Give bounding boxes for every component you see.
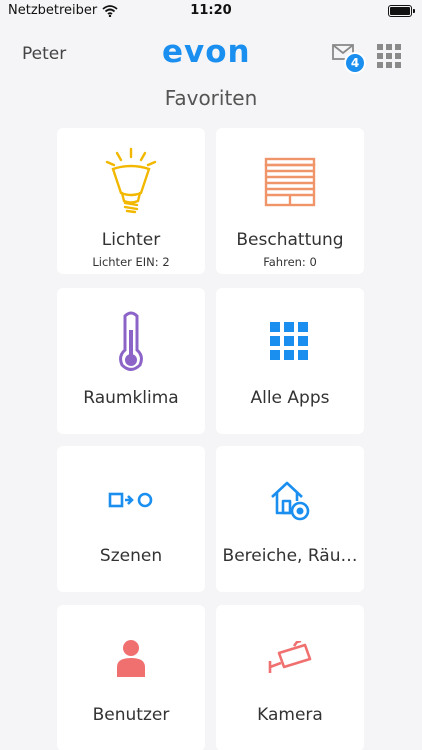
grid-dot	[386, 44, 392, 50]
messages-badge: 4	[344, 52, 366, 74]
camera-icon	[216, 623, 364, 695]
tile-label: Szenen	[99, 546, 163, 566]
user-icon	[57, 623, 205, 695]
clock: 11:20	[190, 3, 232, 18]
user-name[interactable]: Peter	[22, 44, 66, 64]
home-area-icon	[216, 464, 364, 536]
evon-logo: evon	[162, 34, 251, 70]
tile-lichter[interactable]: Lichter Lichter EIN: 2	[57, 128, 205, 274]
page-title: Favoriten	[164, 86, 258, 110]
tile-label: Raumklima	[83, 388, 179, 408]
scene-icon	[57, 464, 205, 536]
tile-raumklima[interactable]: Raumklima	[57, 288, 205, 434]
light-bulb-icon	[57, 146, 205, 218]
tile-label: Alle Apps	[250, 388, 330, 408]
grid-dot	[377, 62, 383, 68]
grid-dot	[386, 53, 392, 59]
tile-beschattung[interactable]: Beschattung Fahren: 0	[216, 128, 364, 274]
grid-dot	[377, 53, 383, 59]
tile-status: Lichter EIN: 2	[92, 255, 170, 269]
tile-label: Benutzer	[92, 705, 170, 725]
tile-label: Lichter	[101, 230, 161, 250]
tile-status: Fahren: 0	[263, 255, 317, 269]
tile-bereiche[interactable]: Bereiche, Räu…	[216, 446, 364, 592]
tile-benutzer[interactable]: Benutzer	[57, 605, 205, 750]
blinds-icon	[216, 146, 364, 218]
thermometer-icon	[57, 306, 205, 378]
battery-icon	[388, 5, 415, 17]
grid-dot	[377, 44, 383, 50]
tile-szenen[interactable]: Szenen	[57, 446, 205, 592]
tile-label: Beschattung	[236, 230, 344, 250]
tile-kamera[interactable]: Kamera	[216, 605, 364, 750]
apps-menu-button[interactable]	[377, 44, 401, 68]
tile-alle-apps[interactable]: Alle Apps	[216, 288, 364, 434]
grid-dot	[395, 44, 401, 50]
grid-dot	[395, 53, 401, 59]
tile-label: Kamera	[257, 705, 323, 725]
grid-dot	[386, 62, 392, 68]
messages-button[interactable]: 4	[332, 44, 366, 78]
grid-dot	[395, 62, 401, 68]
status-bar: Netzbetreiber 11:20	[0, 0, 422, 22]
apps-grid-icon	[216, 306, 364, 378]
tile-label: Bereiche, Räu…	[222, 546, 358, 566]
